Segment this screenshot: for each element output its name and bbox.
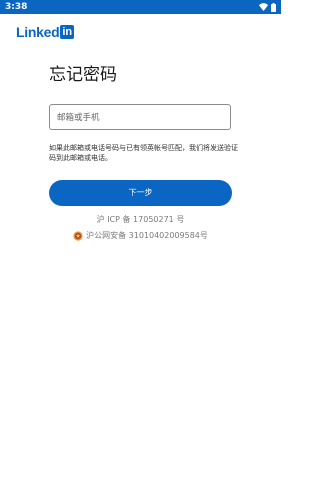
police-badge-icon xyxy=(73,231,83,241)
police-record-row[interactable]: 沪公网安备 31010402009584号 xyxy=(0,230,281,242)
status-bar: 3:38 xyxy=(0,0,281,14)
status-time: 3:38 xyxy=(5,2,28,12)
wifi-icon xyxy=(259,3,268,11)
next-button[interactable]: 下一步 xyxy=(49,180,232,206)
help-text: 如果此邮箱或电话号码与已有领英帐号匹配，我们将发送验证码到此邮箱或电话。 xyxy=(49,144,238,162)
battery-icon xyxy=(271,2,276,12)
logo-text: Linked xyxy=(16,24,60,40)
page-title: 忘记密码 xyxy=(49,65,117,85)
police-record-text: 沪公网安备 31010402009584号 xyxy=(86,231,208,240)
email-or-phone-field[interactable] xyxy=(49,104,231,130)
email-or-phone-input[interactable] xyxy=(50,106,230,130)
linkedin-logo: Linked in xyxy=(16,24,75,40)
logo-in-box: in xyxy=(60,25,75,39)
status-icons xyxy=(259,2,276,12)
icp-record-link[interactable]: 沪 ICP 备 17050271 号 xyxy=(0,214,281,226)
